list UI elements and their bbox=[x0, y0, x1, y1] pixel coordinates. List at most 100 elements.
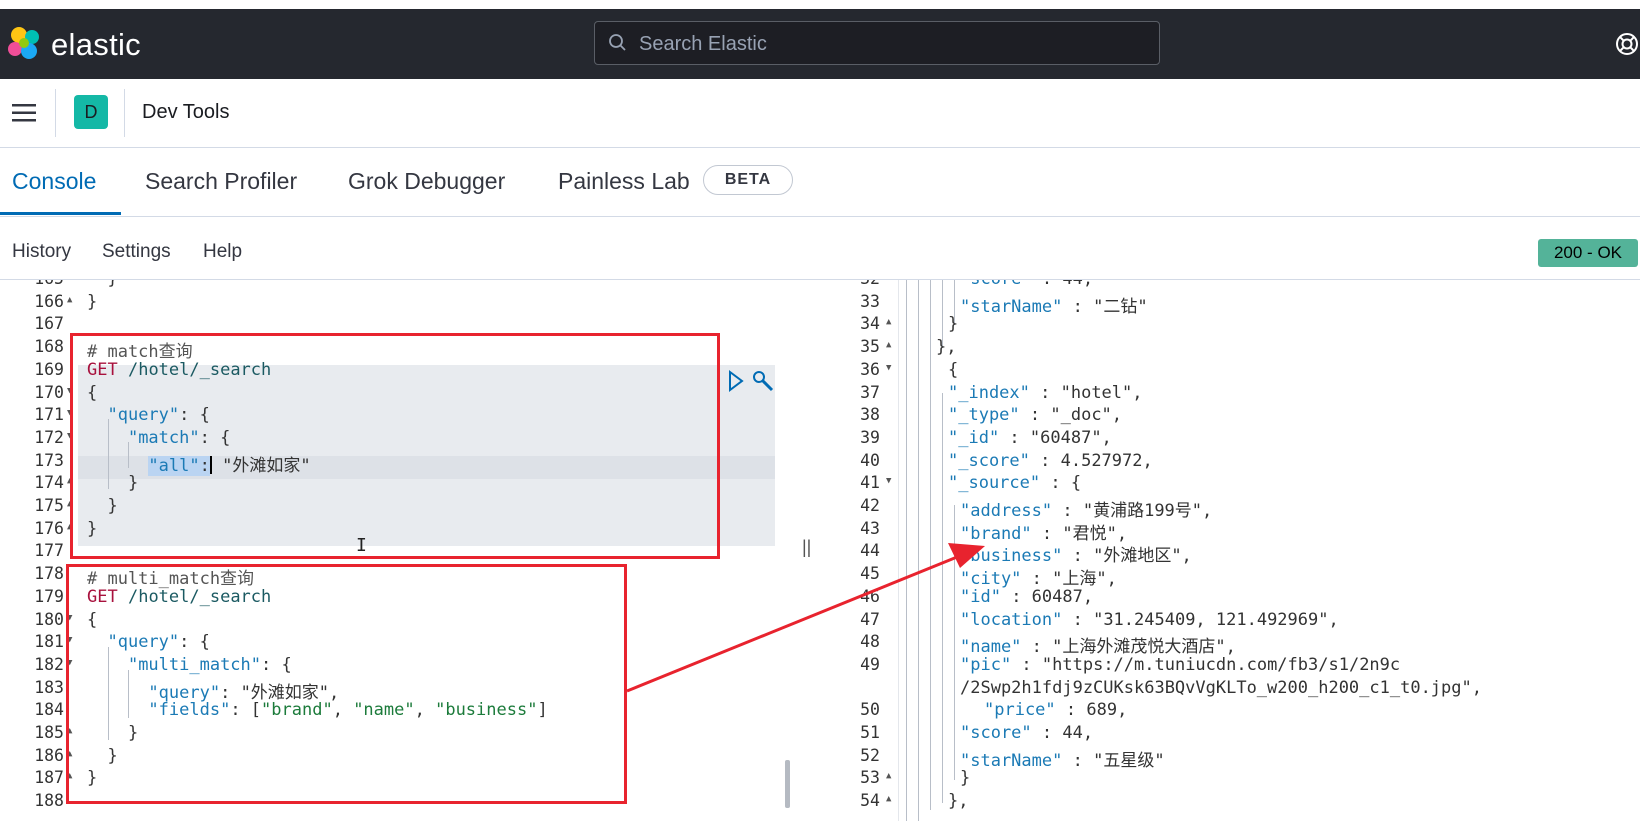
line-number: 165 bbox=[0, 280, 64, 288]
code-text: "starName" : "五星级" bbox=[960, 750, 1165, 771]
dev-tools-tabs: Console Search Profiler Grok Debugger Pa… bbox=[0, 148, 1640, 217]
output-line: 43 "brand" : "君悦", bbox=[820, 518, 1640, 544]
output-line: 46 "id" : 60487, bbox=[820, 587, 1640, 610]
line-number: 42 bbox=[860, 496, 880, 515]
code-text: "business" : "外滩地区", bbox=[960, 546, 1192, 567]
output-line: 45 "city" : "上海", bbox=[820, 564, 1640, 590]
editor-scrollbar[interactable] bbox=[785, 760, 790, 808]
fold-toggle-icon[interactable]: ▲ bbox=[67, 295, 72, 305]
code-text: }, bbox=[936, 337, 957, 358]
tab-painless-lab[interactable]: Painless Lab bbox=[558, 168, 690, 195]
line-number: 34 bbox=[860, 314, 880, 334]
tab-console[interactable]: Console bbox=[12, 168, 96, 195]
space-avatar[interactable]: D bbox=[74, 95, 108, 129]
line-number: 54 bbox=[860, 791, 880, 811]
app-header: D Dev Tools bbox=[0, 79, 1640, 148]
code-text: }, bbox=[948, 791, 969, 812]
fold-toggle-icon[interactable]: ▼ bbox=[886, 476, 891, 486]
annotation-box-multi-match bbox=[66, 564, 627, 804]
line-number: 180 bbox=[34, 609, 64, 629]
output-line: 42 "address" : "黄浦路199号", bbox=[820, 496, 1640, 521]
line-number: 47 bbox=[860, 609, 880, 629]
line-number: 166 bbox=[34, 291, 64, 311]
response-output[interactable]: 32"score" : 44,33"starName" : "二钻"34▲}35… bbox=[820, 280, 1640, 821]
line-number: 168 bbox=[34, 337, 64, 357]
line-number: 38 bbox=[860, 405, 880, 425]
line-number: 39 bbox=[860, 427, 880, 447]
breadcrumb-dev-tools[interactable]: Dev Tools bbox=[142, 101, 229, 124]
line-number: 51 bbox=[860, 723, 880, 742]
line-number: 178 bbox=[34, 564, 64, 584]
output-line: 34 ▲} bbox=[820, 314, 1640, 337]
line-number: 44 bbox=[860, 541, 880, 561]
fold-toggle-icon[interactable]: ▲ bbox=[886, 794, 891, 804]
line-number: 49 bbox=[860, 654, 880, 674]
output-line: /2Swp2h1fdj9zCUKsk63BQvVgKLTo_w200_h200_… bbox=[820, 678, 1640, 701]
line-number: 183 bbox=[34, 677, 64, 697]
play-icon[interactable] bbox=[729, 370, 744, 392]
output-line: 51 "score" : 44, bbox=[820, 723, 1640, 746]
settings-link[interactable]: Settings bbox=[102, 241, 171, 263]
code-text: "id" : 60487, bbox=[960, 586, 1094, 607]
line-number: 48 bbox=[860, 632, 880, 652]
code-text: "city" : "上海", bbox=[960, 569, 1117, 590]
line-number: 181 bbox=[34, 632, 64, 652]
top-header: elastic Search Elastic bbox=[0, 9, 1640, 79]
brand-name[interactable]: elastic bbox=[51, 27, 141, 63]
line-number: 184 bbox=[34, 700, 64, 720]
tab-grok-debugger[interactable]: Grok Debugger bbox=[348, 168, 505, 195]
fold-toggle-icon[interactable]: ▲ bbox=[886, 771, 891, 781]
output-line: 54 ▲}, bbox=[820, 791, 1640, 814]
help-link[interactable]: Help bbox=[203, 241, 242, 263]
elastic-logo-icon[interactable] bbox=[6, 25, 42, 61]
line-number: 46 bbox=[860, 586, 880, 606]
line-number: 187 bbox=[34, 768, 64, 788]
line-number: 171 bbox=[34, 405, 64, 425]
editor-line[interactable]: 165▲ } bbox=[0, 280, 795, 292]
fold-toggle-icon[interactable]: ▲ bbox=[886, 317, 891, 327]
line-number: 52 bbox=[860, 745, 880, 765]
output-line: 44 "business" : "外滩地区", bbox=[820, 541, 1640, 567]
code-text: } bbox=[87, 280, 117, 289]
beta-badge: BETA bbox=[703, 165, 793, 195]
code-text: "_id" : "60487", bbox=[948, 427, 1112, 448]
code-text: "brand" : "君悦", bbox=[960, 523, 1128, 544]
pane-resize-handle[interactable]: || bbox=[802, 537, 811, 558]
header-divider bbox=[55, 89, 56, 137]
help-lifebuoy-icon[interactable] bbox=[1614, 31, 1640, 57]
output-line: 53 ▲} bbox=[820, 768, 1640, 791]
code-text: { bbox=[948, 359, 959, 380]
line-number: 170 bbox=[34, 382, 64, 402]
line-number: 172 bbox=[34, 427, 64, 447]
fold-toggle-icon[interactable]: ▼ bbox=[886, 363, 891, 373]
code-text: "location" : "31.245409, 121.492969", bbox=[960, 609, 1339, 630]
line-number: 176 bbox=[34, 518, 64, 538]
text-cursor-icon: I bbox=[356, 535, 367, 556]
code-text: "_source" : { bbox=[948, 473, 1082, 494]
line-number: 173 bbox=[34, 450, 64, 470]
output-line: 50 "price" : 689, bbox=[820, 700, 1640, 723]
line-number: 43 bbox=[860, 518, 880, 538]
search-icon bbox=[609, 34, 626, 51]
output-line: 52 "starName" : "五星级" bbox=[820, 745, 1640, 771]
code-text: "price" : 689, bbox=[984, 700, 1128, 721]
search-input[interactable]: Search Elastic bbox=[639, 33, 767, 56]
line-number: 175 bbox=[34, 496, 64, 515]
hamburger-menu-icon[interactable] bbox=[12, 103, 36, 123]
search-bar[interactable]: Search Elastic bbox=[594, 21, 1160, 65]
fold-toggle-icon[interactable]: ▲ bbox=[67, 280, 72, 282]
code-text: "pic" : "https://m.tuniucdn.com/fb3/s1/2… bbox=[960, 654, 1401, 675]
code-text: "_type" : "_doc", bbox=[948, 405, 1123, 426]
line-number: 174 bbox=[34, 473, 64, 493]
output-line: 32 "score" : 44, bbox=[820, 280, 1640, 292]
history-link[interactable]: History bbox=[12, 241, 71, 263]
line-number: 53 bbox=[860, 768, 880, 788]
fold-toggle-icon[interactable]: ▲ bbox=[886, 340, 891, 350]
output-line: 41 ▼ "_source" : { bbox=[820, 473, 1640, 496]
output-line: 49 "pic" : "https://m.tuniucdn.com/fb3/s1… bbox=[820, 655, 1640, 678]
tab-search-profiler[interactable]: Search Profiler bbox=[145, 168, 297, 195]
output-line: 40 "_score" : 4.527972, bbox=[820, 451, 1640, 474]
editor-line[interactable]: 166 ▲} bbox=[0, 292, 795, 315]
active-tab-indicator bbox=[0, 212, 121, 215]
wrench-icon[interactable] bbox=[753, 371, 774, 392]
